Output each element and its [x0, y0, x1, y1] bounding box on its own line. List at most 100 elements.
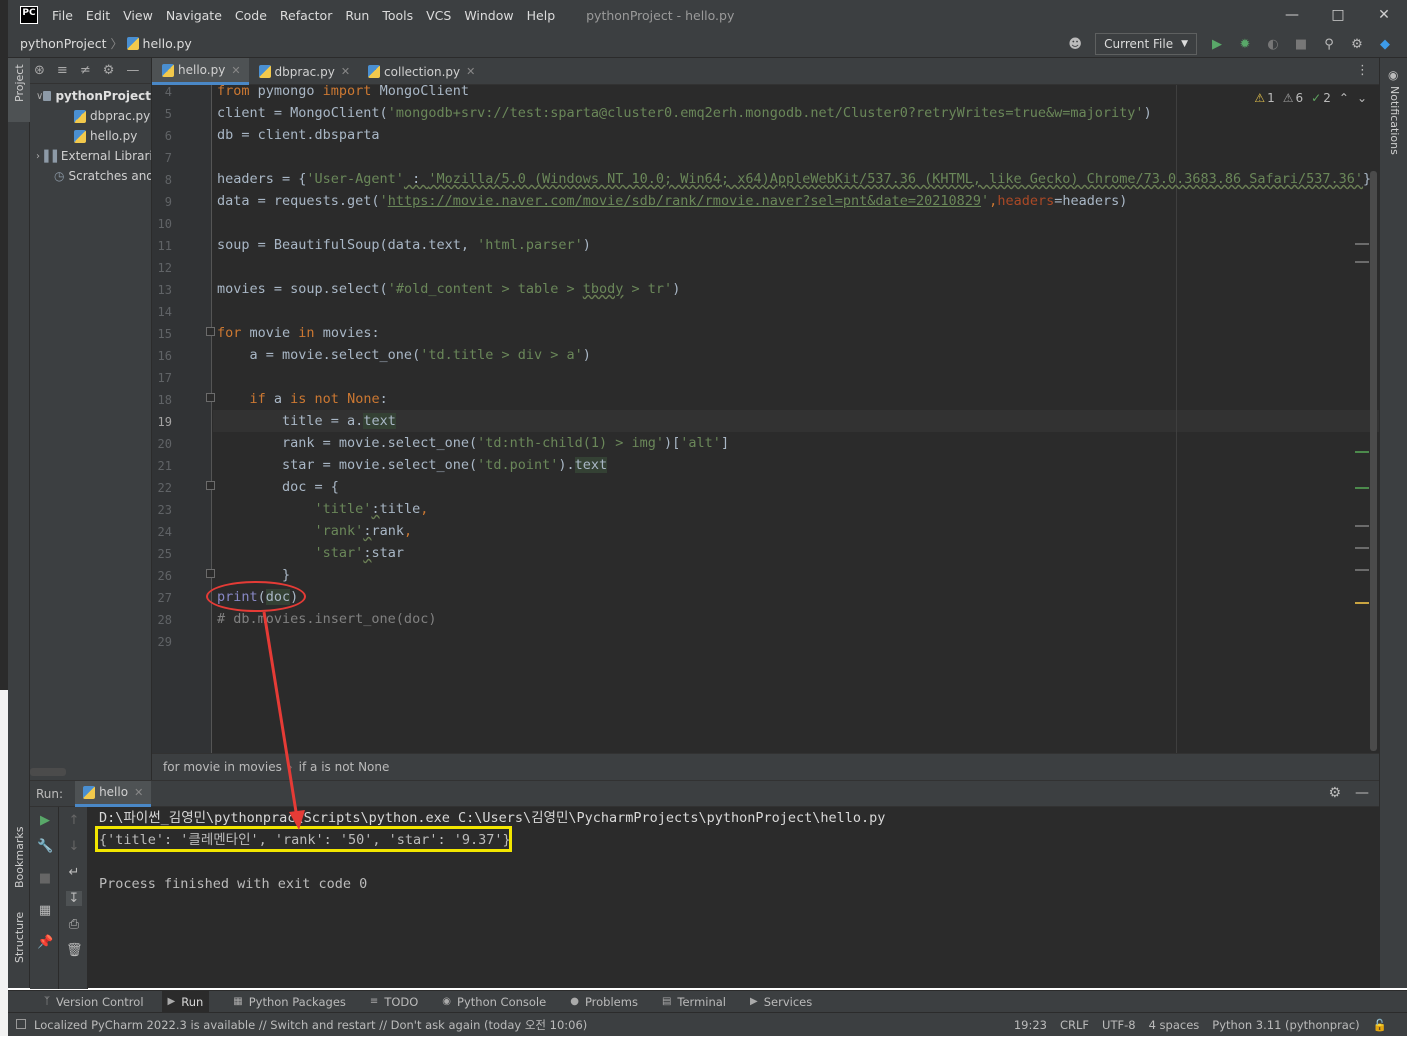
error-stripe-marker[interactable] [1355, 547, 1369, 549]
menu-tools[interactable]: Tools [382, 8, 413, 23]
stop-icon[interactable]: ■ [37, 871, 53, 886]
tree-item-scratches[interactable]: ◷ Scratches and [30, 166, 151, 186]
menu-edit[interactable]: Edit [86, 8, 110, 23]
soft-wrap-icon[interactable]: ↵ [66, 865, 82, 880]
menu-refactor[interactable]: Refactor [280, 8, 332, 23]
rerun-icon[interactable]: ▶ [37, 813, 53, 828]
tab-hello-py[interactable]: hello.py ✕ [152, 58, 249, 85]
chevron-up-icon[interactable]: ⌃ [1339, 91, 1349, 105]
tool-tab-version-control[interactable]: ᛉ Version Control [44, 991, 144, 1013]
project-horizontal-scrollbar[interactable] [30, 768, 66, 776]
scroll-to-end-icon[interactable]: ↧ [66, 891, 82, 906]
indent-setting[interactable]: 4 spaces [1149, 1018, 1200, 1032]
trash-icon[interactable]: 🗑 [66, 943, 83, 958]
gear-icon[interactable]: ⚙ [103, 63, 115, 78]
toggle-tool-windows-icon[interactable] [16, 1019, 26, 1029]
hide-icon[interactable]: — [1355, 785, 1369, 801]
debug-icon[interactable]: ✹ [1237, 36, 1253, 52]
gear-icon[interactable]: ⚙ [1349, 36, 1365, 52]
collapse-all-icon[interactable]: ≠ [80, 63, 91, 78]
bookmarks-tool-label[interactable]: Bookmarks [13, 827, 26, 888]
print-icon[interactable]: ⎙ [66, 917, 82, 932]
project-tool-label[interactable]: Project [13, 64, 26, 102]
menu-window[interactable]: Window [464, 8, 513, 23]
tool-tab-terminal[interactable]: ▤ Terminal [662, 991, 726, 1013]
arrow-up-icon[interactable]: ↑ [66, 813, 82, 828]
inspection-widget[interactable]: ⚠ 1 ⚠ 6 ✓ 2 ⌃ ⌄ [1254, 91, 1367, 105]
file-encoding[interactable]: UTF-8 [1102, 1018, 1136, 1032]
notifications-tool-label[interactable]: Notifications [1388, 86, 1401, 155]
breadcrumb-item[interactable]: for movie in movies [163, 760, 282, 774]
tree-item-file[interactable]: dbprac.py [30, 106, 151, 126]
jetbrains-icon[interactable]: ◆ [1377, 36, 1393, 52]
error-stripe-marker[interactable] [1355, 569, 1369, 571]
app-logo-icon[interactable]: PC [20, 6, 38, 24]
tree-item-project-root[interactable]: ∨ pythonProject [30, 86, 151, 106]
fold-icon[interactable] [206, 327, 215, 336]
menu-view[interactable]: View [123, 8, 153, 23]
tab-dbprac-py[interactable]: dbprac.py ✕ [249, 58, 359, 85]
tool-tab-run[interactable]: ▶ Run [161, 990, 210, 1013]
search-icon[interactable]: ⚲ [1321, 36, 1337, 52]
expand-all-icon[interactable]: ≡ [57, 63, 68, 78]
tab-collection-py[interactable]: collection.py ✕ [358, 58, 483, 85]
stop-icon[interactable]: ■ [1293, 36, 1309, 52]
fold-icon[interactable] [206, 569, 215, 578]
maximize-icon[interactable]: □ [1315, 0, 1361, 30]
tool-tab-python-console[interactable]: ◉ Python Console [442, 991, 546, 1013]
tool-tab-python-packages[interactable]: ▦ Python Packages [233, 991, 346, 1013]
tool-tab-problems[interactable]: ● Problems [570, 991, 638, 1013]
tool-tab-services[interactable]: ▶ Services [750, 991, 812, 1013]
locate-icon[interactable]: ⊛ [34, 63, 45, 78]
gear-icon[interactable]: ⚙ [1328, 785, 1341, 801]
menu-navigate[interactable]: Navigate [166, 8, 222, 23]
run-config-select[interactable]: Current File ▼ [1095, 33, 1197, 55]
menu-code[interactable]: Code [235, 8, 267, 23]
close-icon[interactable]: ✕ [231, 64, 240, 77]
close-icon[interactable]: ✕ [466, 65, 475, 78]
error-stripe-marker[interactable] [1355, 602, 1369, 604]
tree-item-external-libraries[interactable]: › ▐▐ External Librari [30, 146, 151, 166]
run-tab-hello[interactable]: hello ✕ [75, 780, 152, 807]
hide-icon[interactable]: — [126, 63, 139, 78]
error-stripe-marker[interactable] [1355, 261, 1369, 263]
line-separator[interactable]: CRLF [1060, 1018, 1089, 1032]
lock-icon[interactable]: 🔓 [1373, 1018, 1387, 1032]
more-vertical-icon[interactable]: ⋮ [1356, 63, 1369, 78]
menu-run[interactable]: Run [345, 8, 369, 23]
coverage-icon[interactable]: ◐ [1265, 36, 1281, 52]
tool-tab-todo[interactable]: ≡ TODO [370, 991, 418, 1013]
menu-vcs[interactable]: VCS [426, 8, 451, 23]
code-editor[interactable]: 4 5 6 7 8 9 10 11 12 13 14 15 16 17 18 1… [152, 85, 1379, 753]
tree-item-file[interactable]: hello.py [30, 126, 151, 146]
layout-icon[interactable]: ▦ [37, 903, 53, 918]
run-icon[interactable]: ▶ [1209, 36, 1225, 52]
arrow-down-icon[interactable]: ↓ [66, 839, 82, 854]
close-icon[interactable]: ✕ [134, 786, 143, 799]
pin-icon[interactable]: 📌 [37, 935, 53, 950]
breadcrumb-item[interactable]: if a is not None [299, 760, 390, 774]
structure-tool-label[interactable]: Structure [13, 912, 26, 963]
line-number-gutter[interactable]: 4 5 6 7 8 9 10 11 12 13 14 15 16 17 18 1… [152, 85, 215, 753]
nav-file[interactable]: hello.py [143, 36, 192, 51]
error-stripe-marker[interactable] [1355, 451, 1369, 453]
notifications-icon[interactable]: ◉ [1388, 68, 1398, 82]
fold-icon[interactable] [206, 481, 215, 490]
close-icon[interactable]: ✕ [341, 65, 350, 78]
minimize-icon[interactable]: — [1269, 0, 1315, 30]
error-stripe-marker[interactable] [1355, 487, 1369, 489]
python-interpreter[interactable]: Python 3.11 (pythonprac) [1212, 1018, 1359, 1032]
fold-icon[interactable] [206, 393, 215, 402]
user-icon[interactable]: ☻ [1067, 36, 1083, 52]
chevron-down-icon[interactable]: ⌄ [1357, 91, 1367, 105]
editor-scrollbar[interactable] [1370, 171, 1377, 751]
wrench-icon[interactable]: 🔧 [37, 839, 53, 854]
menu-help[interactable]: Help [527, 8, 556, 23]
error-stripe-marker[interactable] [1355, 525, 1369, 527]
caret-position[interactable]: 19:23 [1014, 1018, 1047, 1032]
close-icon[interactable]: ✕ [1361, 0, 1407, 30]
status-message[interactable]: Localized PyCharm 2022.3 is available //… [34, 1017, 587, 1033]
nav-project[interactable]: pythonProject [20, 36, 107, 51]
menu-file[interactable]: File [52, 8, 73, 23]
error-stripe-marker[interactable] [1355, 243, 1369, 245]
